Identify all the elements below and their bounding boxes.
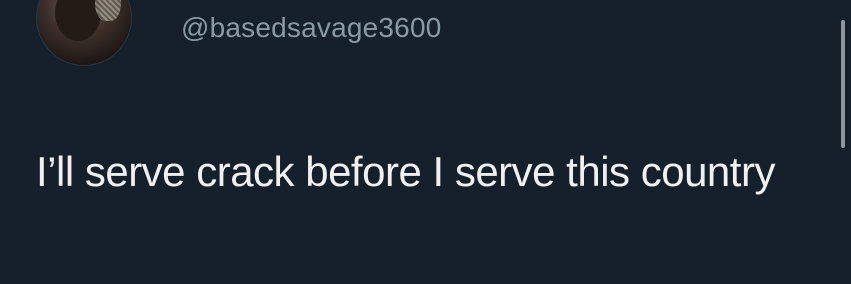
- avatar[interactable]: [36, 0, 132, 66]
- scrollbar[interactable]: [841, 20, 845, 148]
- tweet-text: I’ll serve crack before I serve this cou…: [36, 148, 775, 195]
- tweet-card: @basedsavage3600 I’ll serve crack before…: [0, 0, 851, 284]
- user-handle[interactable]: @basedsavage3600: [181, 10, 442, 46]
